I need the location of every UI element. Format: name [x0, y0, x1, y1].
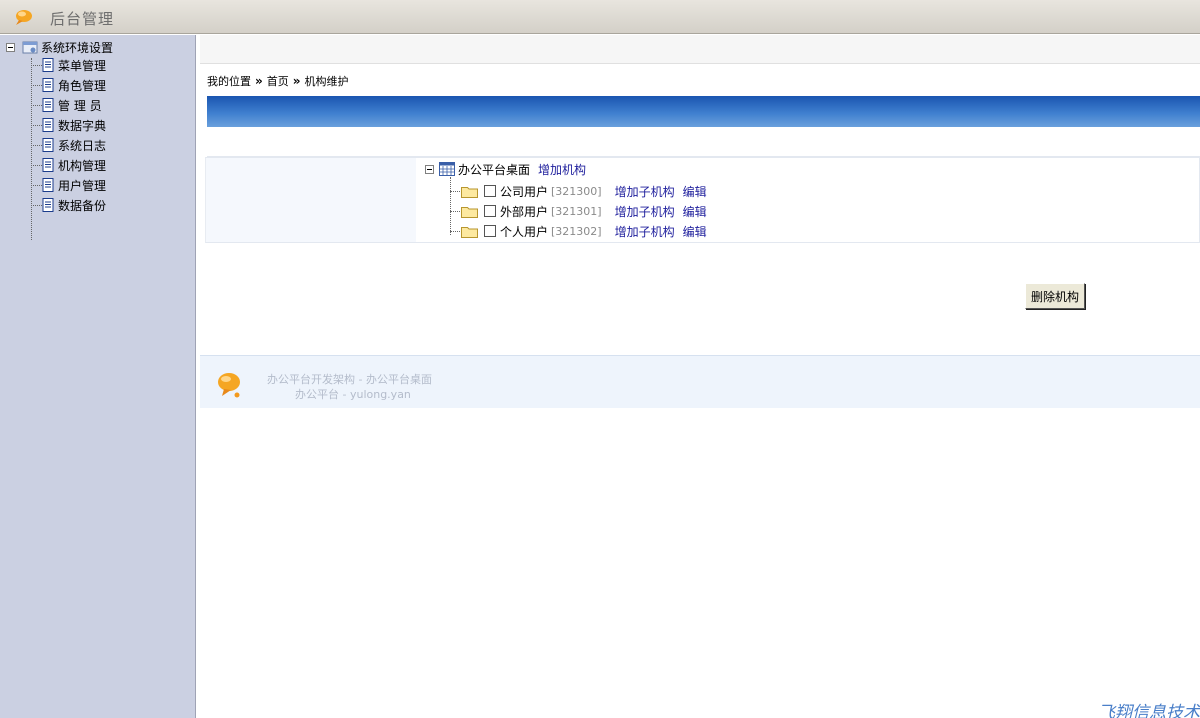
add-sub-org-link[interactable]: 增加子机构	[615, 203, 675, 220]
add-sub-org-link[interactable]: 增加子机构	[615, 183, 675, 200]
desktop-grid-icon	[439, 162, 455, 176]
org-name: 外部用户	[500, 204, 549, 219]
tree-connector	[31, 104, 42, 106]
breadcrumb-home[interactable]: 首页	[267, 73, 289, 89]
tree-connector	[31, 84, 42, 86]
org-checkbox[interactable]	[484, 225, 496, 237]
sidebar-item-label: 机构管理	[58, 158, 107, 173]
sidebar-item-backup[interactable]: 数据备份	[31, 195, 106, 215]
sidebar: 系统环境设置 菜单管理 角色管理 管 理 员 数据字典 系统日志 机构管理 用户…	[0, 35, 196, 718]
org-checkbox[interactable]	[484, 205, 496, 217]
sidebar-item-users[interactable]: 用户管理	[31, 175, 106, 195]
document-icon	[42, 78, 54, 92]
tree-connector	[31, 144, 42, 146]
delete-organization-button[interactable]: 删除机构	[1025, 283, 1085, 309]
org-row: 外部用户 [321301] 增加子机构 编辑	[450, 201, 707, 221]
sidebar-item-label: 数据备份	[58, 198, 107, 213]
sidebar-item-organizations[interactable]: 机构管理	[31, 155, 106, 175]
document-icon	[42, 138, 54, 152]
collapse-toggle-icon[interactable]	[6, 42, 15, 52]
tree-connector	[450, 190, 460, 192]
tree-connector	[31, 124, 42, 126]
app-title: 后台管理	[50, 10, 115, 28]
breadcrumb: 我的位置 » 首页 » 机构维护	[207, 73, 349, 89]
folder-icon	[461, 206, 478, 218]
sidebar-item-label: 数据字典	[58, 118, 107, 133]
sidebar-item-system-log[interactable]: 系统日志	[31, 135, 106, 155]
collapse-toggle-icon[interactable]	[425, 164, 434, 174]
org-name: 公司用户	[500, 184, 549, 199]
tree-connector	[31, 204, 42, 206]
document-icon	[42, 118, 54, 132]
toolbar-strip	[200, 35, 1200, 64]
top-header: 后台管理	[0, 0, 1200, 34]
sidebar-item-label: 管 理 员	[58, 98, 102, 113]
breadcrumb-current: 机构维护	[304, 75, 349, 88]
sidebar-root-node[interactable]: 系统环境设置	[6, 38, 113, 56]
document-icon	[42, 98, 54, 112]
footer-line-2: 办公平台 - yulong.yan	[295, 388, 411, 401]
folder-icon	[461, 186, 478, 198]
org-name: 个人用户	[500, 224, 549, 239]
org-code: [321300]	[551, 184, 602, 198]
breadcrumb-prefix: 我的位置	[207, 75, 251, 88]
org-tree-label-cell	[206, 158, 416, 242]
section-subheader	[207, 127, 1200, 157]
sidebar-item-menu[interactable]: 菜单管理	[31, 55, 106, 75]
org-row: 个人用户 [321302] 增加子机构 编辑	[450, 221, 707, 241]
sidebar-item-dictionary[interactable]: 数据字典	[31, 115, 106, 135]
tree-connector	[31, 184, 42, 186]
document-icon	[42, 198, 54, 212]
footer-line-1: 办公平台开发架构 - 办公平台桌面	[267, 373, 432, 386]
settings-folder-icon	[22, 41, 38, 54]
org-checkbox[interactable]	[484, 185, 496, 197]
edit-org-link[interactable]: 编辑	[683, 223, 707, 240]
edit-org-link[interactable]: 编辑	[683, 203, 707, 220]
org-tree-root[interactable]: 办公平台桌面 增加机构	[425, 160, 586, 178]
section-header-bar	[207, 96, 1200, 127]
tree-connector	[31, 64, 42, 66]
breadcrumb-separator: »	[292, 74, 301, 88]
edit-org-link[interactable]: 编辑	[683, 183, 707, 200]
folder-icon	[461, 226, 478, 238]
brand-watermark: 飞翔信息技术	[1098, 703, 1200, 718]
add-sub-org-link[interactable]: 增加子机构	[615, 223, 675, 240]
sidebar-item-label: 系统日志	[58, 138, 107, 153]
sidebar-item-label: 角色管理	[58, 78, 107, 93]
org-code: [321302]	[551, 224, 602, 238]
org-code: [321301]	[551, 204, 602, 218]
sidebar-item-roles[interactable]: 角色管理	[31, 75, 106, 95]
main-content: 我的位置 » 首页 » 机构维护 办公平台桌面 增加机构 公司用户 [32130…	[200, 35, 1200, 718]
chat-bubble-logo-icon	[218, 373, 240, 398]
footer: 办公平台开发架构 - 办公平台桌面 办公平台 - yulong.yan	[200, 355, 1200, 408]
document-icon	[42, 58, 54, 72]
document-icon	[42, 158, 54, 172]
tree-connector	[31, 164, 42, 166]
sidebar-item-label: 菜单管理	[58, 58, 107, 73]
sidebar-item-label: 用户管理	[58, 178, 107, 193]
breadcrumb-separator: »	[255, 74, 263, 88]
sidebar-item-admins[interactable]: 管 理 员	[31, 95, 102, 115]
tree-connector	[450, 230, 460, 232]
add-organization-link[interactable]: 增加机构	[538, 161, 586, 178]
org-row: 公司用户 [321300] 增加子机构 编辑	[450, 181, 707, 201]
tree-connector	[450, 210, 460, 212]
sidebar-root-label: 系统环境设置	[41, 40, 114, 55]
chat-bubble-logo-icon	[16, 10, 32, 25]
document-icon	[42, 178, 54, 192]
org-root-label: 办公平台桌面	[458, 162, 531, 177]
